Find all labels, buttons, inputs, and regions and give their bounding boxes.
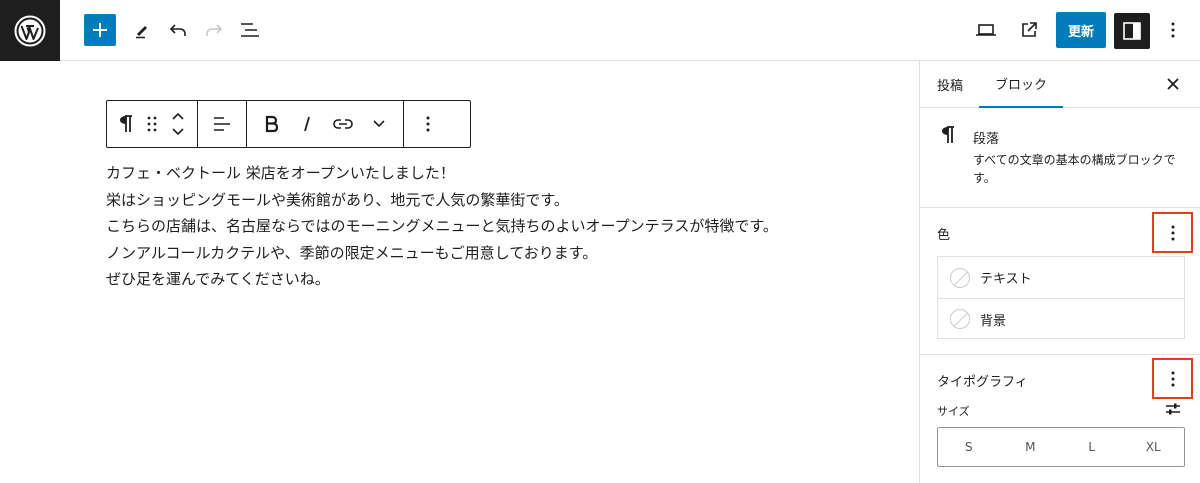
empty-swatch-icon xyxy=(950,309,970,329)
empty-swatch-icon xyxy=(950,267,970,288)
editor-header: 更新 xyxy=(0,0,1200,61)
align-button[interactable] xyxy=(204,101,240,147)
wordpress-logo[interactable] xyxy=(0,0,60,61)
typography-panel-title: タイポグラフィ xyxy=(937,375,1028,390)
options-group xyxy=(404,101,452,147)
paragraph-icon xyxy=(120,115,132,132)
paragraph-line[interactable]: こちらの店舗は、名古屋ならではのモーニングメニューと気持ちのよいオープンテラスが… xyxy=(106,213,806,240)
size-label: サイズ xyxy=(937,405,970,418)
undo-button[interactable] xyxy=(162,14,194,46)
update-button[interactable]: 更新 xyxy=(1056,12,1106,48)
paragraph-line[interactable]: ノンアルコールカクテルや、季節の限定メニューもご用意しております。 xyxy=(106,240,806,267)
more-vertical-icon xyxy=(1171,22,1175,38)
font-size-picker: S M L XL xyxy=(937,427,1185,467)
size-option-s[interactable]: S xyxy=(938,440,1000,454)
block-switcher-group xyxy=(107,101,198,147)
settings-button[interactable] xyxy=(1114,13,1150,49)
size-option-xl[interactable]: XL xyxy=(1123,440,1185,454)
link-icon xyxy=(333,119,353,129)
paragraph-line[interactable]: カフェ・ベクトール 栄店をオープンいたしました！ xyxy=(106,160,806,187)
paragraph-block[interactable]: カフェ・ベクトール 栄店をオープンいたしました！ 栄はショッピングモールや美術館… xyxy=(106,160,806,293)
pen-icon xyxy=(136,26,147,39)
close-icon xyxy=(1167,78,1179,90)
link-button[interactable] xyxy=(325,101,361,147)
italic-button[interactable] xyxy=(289,101,325,147)
paragraph-icon xyxy=(942,126,954,143)
external-link-icon xyxy=(1022,22,1037,37)
color-list: テキスト 背景 xyxy=(937,256,1185,339)
more-vertical-icon xyxy=(1171,225,1174,240)
desktop-preview-icon xyxy=(976,24,996,36)
color-options-button[interactable] xyxy=(1152,212,1193,253)
block-toolbar xyxy=(106,100,471,148)
size-option-l[interactable]: L xyxy=(1061,440,1123,454)
custom-size-button[interactable] xyxy=(1163,399,1183,419)
move-up-icon[interactable] xyxy=(171,111,185,121)
formatting-group xyxy=(247,101,404,147)
color-item-text[interactable]: テキスト xyxy=(938,257,1184,298)
color-panel: 色 テキスト 背景 xyxy=(920,208,1200,355)
more-vertical-icon xyxy=(426,116,430,132)
redo-button[interactable] xyxy=(198,14,230,46)
color-item-label: 背景 xyxy=(980,313,1007,329)
bold-icon xyxy=(265,115,278,133)
drag-handle[interactable] xyxy=(139,101,165,147)
block-card: 段落 すべての文章の基本の構成ブロックです。 xyxy=(920,109,1200,208)
paragraph-line[interactable]: 栄はショッピングモールや美術館があり、地元で人気の繁華街です。 xyxy=(106,187,806,214)
options-button[interactable] xyxy=(1157,14,1189,46)
redo-icon xyxy=(206,24,223,36)
view-post-button[interactable] xyxy=(1013,14,1045,46)
drag-handle-icon xyxy=(147,116,157,132)
undo-icon xyxy=(169,24,186,36)
block-title: 段落 xyxy=(973,132,1000,147)
settings-panel-icon xyxy=(1123,22,1141,40)
color-item-label: テキスト xyxy=(980,272,1032,287)
settings-sidebar: 投稿 ブロック 段落 すべての文章の基本の構成ブロックです。 色 テキスト 背景… xyxy=(919,61,1200,483)
list-view-button[interactable] xyxy=(234,14,266,46)
color-item-background[interactable]: 背景 xyxy=(938,298,1184,339)
plus-icon xyxy=(93,23,107,37)
paragraph-line[interactable]: ぜひ足を運んでみてくださいね。 xyxy=(106,266,806,293)
color-panel-title: 色 xyxy=(937,228,951,243)
typography-options-button[interactable] xyxy=(1152,358,1193,399)
tab-post[interactable]: 投稿 xyxy=(937,61,963,108)
more-formatting-button[interactable] xyxy=(361,101,397,147)
add-block-button[interactable] xyxy=(84,14,116,46)
alignment-group xyxy=(198,101,247,147)
tools-button[interactable] xyxy=(126,14,158,46)
close-sidebar-button[interactable] xyxy=(1160,71,1186,97)
preview-button[interactable] xyxy=(970,14,1002,46)
chevron-down-icon xyxy=(373,120,385,128)
move-down-icon[interactable] xyxy=(171,127,185,137)
typography-panel: タイポグラフィ サイズ S M L XL xyxy=(920,355,1200,483)
italic-icon xyxy=(304,116,310,132)
list-view-icon xyxy=(241,23,259,37)
align-icon xyxy=(214,117,230,131)
size-option-m[interactable]: M xyxy=(1000,440,1062,454)
move-buttons[interactable] xyxy=(165,101,191,147)
sidebar-tabs: 投稿 ブロック xyxy=(920,61,1200,108)
block-type-button[interactable] xyxy=(113,101,139,147)
block-options-button[interactable] xyxy=(410,101,446,147)
sliders-icon xyxy=(1166,403,1180,415)
wordpress-icon xyxy=(14,15,46,46)
tab-block[interactable]: ブロック xyxy=(979,61,1063,108)
block-description: すべての文章の基本の構成ブロックです。 xyxy=(973,153,1176,185)
bold-button[interactable] xyxy=(253,101,289,147)
more-vertical-icon xyxy=(1171,371,1174,386)
